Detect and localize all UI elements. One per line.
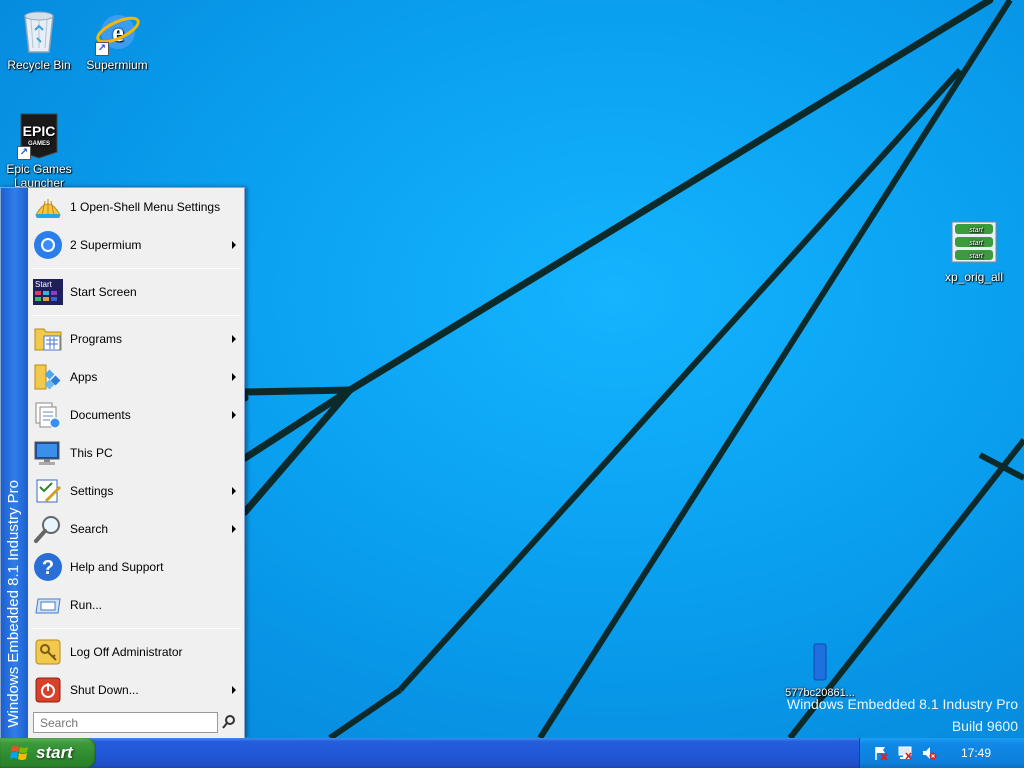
submenu-arrow-icon bbox=[232, 411, 236, 419]
start-menu-search-input[interactable] bbox=[33, 712, 218, 733]
windows-flag-icon bbox=[10, 746, 28, 760]
desktop-icon-supermium[interactable]: e ↗ Supermium bbox=[78, 8, 156, 72]
magnifier-icon[interactable] bbox=[221, 714, 237, 730]
menu-item-label: Documents bbox=[70, 408, 131, 422]
start-menu-list: 1 Open-Shell Menu Settings 2 Supermium S… bbox=[29, 188, 244, 709]
desktop-icon-label: Recycle Bin bbox=[7, 58, 71, 72]
menu-item-settings[interactable]: Settings bbox=[29, 472, 244, 510]
menu-item-label: Help and Support bbox=[70, 560, 164, 574]
menu-item-start-screen[interactable]: Start Start Screen bbox=[29, 273, 244, 311]
start-button-label: start bbox=[36, 743, 73, 762]
shut-down-icon bbox=[32, 674, 64, 706]
start-screen-icon: Start bbox=[32, 276, 64, 308]
start-button[interactable]: start bbox=[0, 738, 96, 768]
menu-item-search[interactable]: Search bbox=[29, 510, 244, 548]
documents-icon bbox=[32, 399, 64, 431]
supermium-browser-icon: e ↗ bbox=[93, 8, 141, 56]
desktop-icon-file[interactable]: 577bc20861... bbox=[778, 640, 862, 700]
taskbar: start 17:49 bbox=[0, 738, 1024, 768]
menu-separator bbox=[32, 628, 241, 629]
menu-item-supermium[interactable]: 2 Supermium bbox=[29, 226, 244, 264]
os-watermark: Windows Embedded 8.1 Industry Pro Build … bbox=[787, 693, 1018, 737]
shortcut-arrow-icon: ↗ bbox=[17, 146, 31, 160]
menu-item-documents[interactable]: Documents bbox=[29, 396, 244, 434]
shortcut-arrow-icon: ↗ bbox=[95, 42, 109, 56]
thumb-start-text: start bbox=[969, 253, 984, 260]
programs-icon bbox=[32, 323, 64, 355]
menu-item-label: 1 Open-Shell Menu Settings bbox=[70, 200, 221, 214]
start-menu: Windows Embedded 8.1 Industry Pro 1 Open… bbox=[0, 187, 245, 738]
menu-item-log-off[interactable]: Log Off Administrator bbox=[29, 633, 244, 671]
menu-item-label: Start Screen bbox=[70, 285, 137, 299]
network-icon[interactable] bbox=[897, 745, 913, 761]
search-icon bbox=[32, 513, 64, 545]
settings-icon bbox=[32, 475, 64, 507]
submenu-arrow-icon bbox=[232, 373, 236, 381]
menu-separator bbox=[32, 315, 241, 316]
desktop-icon-label: Supermium bbox=[86, 58, 148, 72]
menu-item-label: Programs bbox=[70, 332, 123, 346]
menu-item-shut-down[interactable]: Shut Down... bbox=[29, 671, 244, 709]
watermark-build: Build 9600 bbox=[951, 718, 1018, 734]
submenu-arrow-icon bbox=[232, 525, 236, 533]
recycle-bin-icon bbox=[15, 8, 63, 56]
start-menu-banner-text: Windows Embedded 8.1 Industry Pro bbox=[5, 480, 22, 728]
menu-item-label: Search bbox=[70, 522, 109, 536]
action-center-flag-icon[interactable] bbox=[873, 745, 889, 761]
menu-item-label: Settings bbox=[70, 484, 114, 498]
taskbar-clock[interactable]: 17:49 bbox=[961, 746, 991, 760]
thumb-start-text: start bbox=[969, 227, 984, 234]
desktop-icon-xp-orig-all[interactable]: start start start xp_orig_all bbox=[935, 220, 1013, 284]
desktop-icon-epic-games[interactable]: EPIC GAMES ↗ Epic Games Launcher bbox=[0, 112, 78, 190]
menu-item-open-shell-settings[interactable]: 1 Open-Shell Menu Settings bbox=[29, 188, 244, 226]
this-pc-icon bbox=[32, 437, 64, 469]
watermark-edition: Windows Embedded 8.1 Industry Pro bbox=[786, 696, 1018, 712]
menu-item-apps[interactable]: Apps bbox=[29, 358, 244, 396]
system-tray: 17:49 bbox=[859, 738, 1024, 768]
svg-text:?: ? bbox=[42, 557, 54, 579]
file-icon bbox=[796, 640, 844, 684]
desktop-icon-label: xp_orig_all bbox=[944, 270, 1004, 284]
menu-item-this-pc[interactable]: This PC bbox=[29, 434, 244, 472]
submenu-arrow-icon bbox=[232, 487, 236, 495]
menu-item-programs[interactable]: Programs bbox=[29, 320, 244, 358]
start-screen-icon-text: Start bbox=[35, 280, 53, 289]
start-menu-banner: Windows Embedded 8.1 Industry Pro bbox=[1, 188, 28, 738]
desktop-icon-recycle-bin[interactable]: Recycle Bin bbox=[0, 8, 78, 72]
menu-item-label: Shut Down... bbox=[70, 683, 139, 697]
submenu-arrow-icon bbox=[232, 241, 236, 249]
menu-item-label: Run... bbox=[70, 598, 103, 612]
supermium-icon bbox=[32, 229, 64, 261]
thumb-start-text: start bbox=[969, 240, 984, 247]
menu-item-label: Apps bbox=[70, 370, 98, 384]
run-icon bbox=[32, 589, 64, 621]
menu-item-label: 2 Supermium bbox=[70, 238, 142, 252]
epic-logo-text: EPIC bbox=[23, 123, 56, 139]
desktop-icon-label: Epic Games Launcher bbox=[6, 162, 72, 190]
log-off-icon bbox=[32, 636, 64, 668]
menu-item-label: Log Off Administrator bbox=[70, 645, 183, 659]
submenu-arrow-icon bbox=[232, 335, 236, 343]
submenu-arrow-icon bbox=[232, 686, 236, 694]
menu-item-label: This PC bbox=[70, 446, 113, 460]
volume-muted-icon[interactable] bbox=[921, 745, 937, 761]
menu-item-run[interactable]: Run... bbox=[29, 586, 244, 624]
epic-games-icon: EPIC GAMES ↗ bbox=[15, 112, 63, 160]
menu-separator bbox=[32, 268, 241, 269]
epic-logo-subtext: GAMES bbox=[28, 141, 50, 147]
open-shell-icon bbox=[32, 191, 64, 223]
help-icon: ? bbox=[32, 551, 64, 583]
image-file-icon: start start start bbox=[950, 220, 998, 268]
menu-item-help[interactable]: ? Help and Support bbox=[29, 548, 244, 586]
apps-icon bbox=[32, 361, 64, 393]
